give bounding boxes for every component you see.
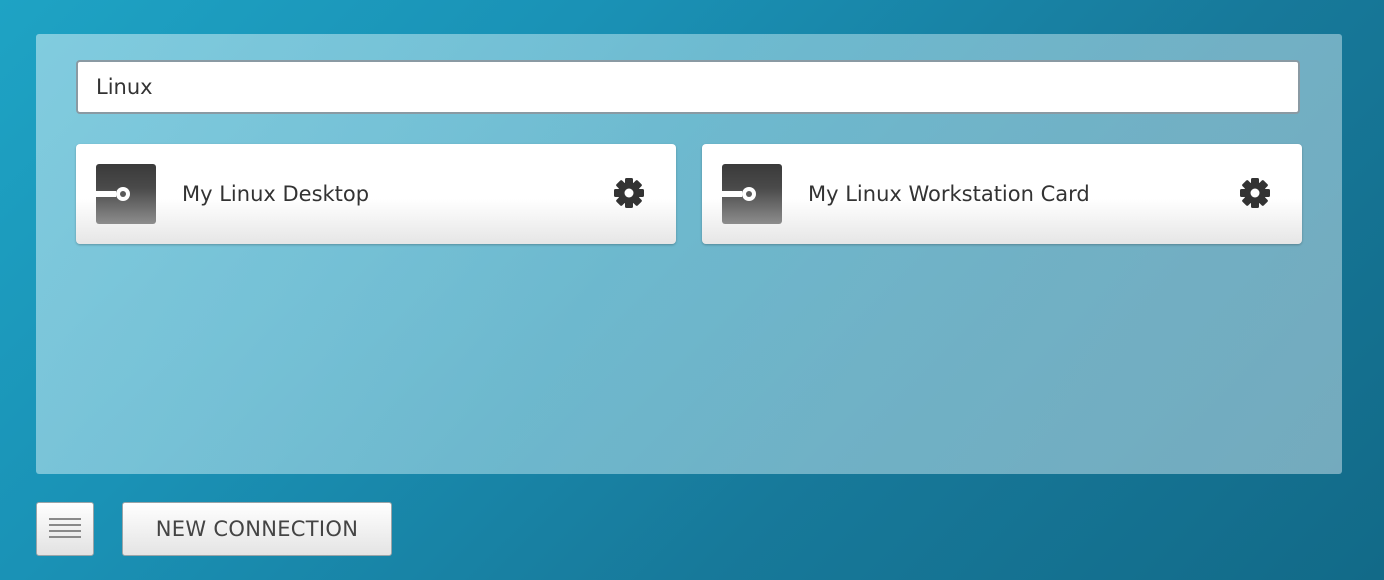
menu-button[interactable] <box>36 502 94 556</box>
connection-icon <box>96 164 156 224</box>
connections-panel: My Linux Desktop My Linux Workst <box>36 34 1342 474</box>
connection-label: My Linux Workstation Card <box>808 182 1090 206</box>
connection-card-linux-desktop[interactable]: My Linux Desktop <box>76 144 676 244</box>
connection-card-linux-workstation[interactable]: My Linux Workstation Card <box>702 144 1302 244</box>
connection-label: My Linux Desktop <box>182 182 370 206</box>
gear-icon[interactable] <box>612 176 646 210</box>
gear-icon[interactable] <box>1238 176 1272 210</box>
new-connection-button[interactable]: NEW CONNECTION <box>122 502 392 556</box>
search-input[interactable] <box>76 60 1300 114</box>
connection-icon <box>722 164 782 224</box>
